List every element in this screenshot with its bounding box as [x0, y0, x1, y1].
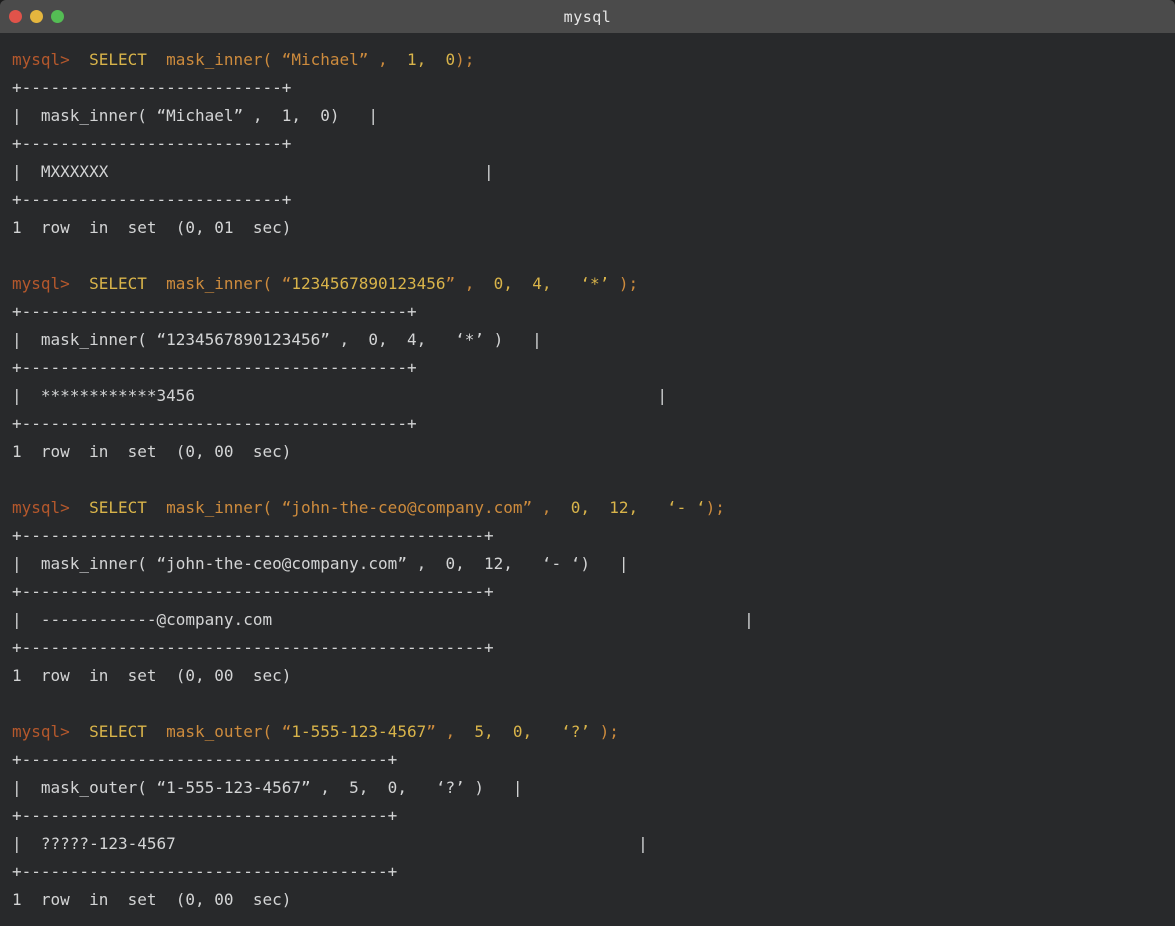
terminal-line: | ************3456 | [12, 382, 1165, 410]
window-titlebar[interactable]: mysql [0, 0, 1175, 33]
query-token: mask_outer( “ [166, 722, 291, 741]
query-token: ); [609, 274, 638, 293]
query-token: SELECT [89, 722, 147, 741]
close-button[interactable] [9, 10, 22, 23]
terminal-line [12, 466, 1165, 494]
terminal-line: | ?????-123-4567 | [12, 830, 1165, 858]
query-line: mysql> SELECT mask_inner( “john-the-ceo@… [12, 494, 1165, 522]
query-token: SELECT [89, 498, 147, 517]
terminal-line: | mask_inner( “john-the-ceo@company.com”… [12, 550, 1165, 578]
query-token: mask_inner( “ [166, 274, 291, 293]
terminal-output[interactable]: mysql> SELECT mask_inner( “Michael” , 1,… [0, 33, 1175, 926]
query-token: 0, 4, [474, 274, 551, 293]
query-token [70, 498, 89, 517]
query-token [70, 50, 89, 69]
query-token [147, 274, 166, 293]
query-token: ); [590, 722, 619, 741]
window-title: mysql [0, 8, 1175, 26]
query-token: 1234567890123456 [291, 274, 445, 293]
terminal-line: | mask_inner( “1234567890123456” , 0, 4,… [12, 326, 1165, 354]
traffic-lights [9, 0, 64, 33]
query-token: ‘*’ [580, 274, 609, 293]
terminal-line: +---------------------------------------… [12, 298, 1165, 326]
query-token [551, 274, 580, 293]
query-token: mysql> [12, 50, 70, 69]
query-token: ‘?’ [561, 722, 590, 741]
terminal-line [12, 914, 1165, 926]
status-line: 1 row in set (0, 01 sec) [12, 214, 1165, 242]
query-token [147, 722, 166, 741]
terminal-line: +--------------------------------------+ [12, 746, 1165, 774]
terminal-line: +---------------------------------------… [12, 410, 1165, 438]
terminal-line: +---------------------------+ [12, 186, 1165, 214]
query-token [70, 274, 89, 293]
status-line: 1 row in set (0, 00 sec) [12, 662, 1165, 690]
query-token: mysql> [12, 498, 70, 517]
query-token: 0, 12, [551, 498, 638, 517]
query-token [147, 50, 166, 69]
query-token: SELECT [89, 274, 147, 293]
query-token [638, 498, 667, 517]
terminal-line: +---------------------------------------… [12, 634, 1165, 662]
terminal-line: | ------------@company.com | [12, 606, 1165, 634]
query-token [147, 498, 166, 517]
query-token: ” , [426, 722, 455, 741]
terminal-line: | mask_outer( “1-555-123-4567” , 5, 0, ‘… [12, 774, 1165, 802]
query-token: ); [455, 50, 474, 69]
query-token [532, 722, 561, 741]
terminal-line: +---------------------------------------… [12, 354, 1165, 382]
query-line: mysql> SELECT mask_inner( “1234567890123… [12, 270, 1165, 298]
query-token: ” , [445, 274, 474, 293]
query-token: SELECT [89, 50, 147, 69]
query-token: mysql> [12, 722, 70, 741]
query-token: mask_inner( “john-the-ceo@company.com” , [166, 498, 551, 517]
terminal-line: +---------------------------+ [12, 74, 1165, 102]
query-token: 5, 0, [455, 722, 532, 741]
terminal-line [12, 690, 1165, 718]
terminal-line: +---------------------------+ [12, 130, 1165, 158]
query-token: ‘- ‘ [667, 498, 706, 517]
status-line: 1 row in set (0, 00 sec) [12, 886, 1165, 914]
query-token [70, 722, 89, 741]
maximize-button[interactable] [51, 10, 64, 23]
query-line: mysql> SELECT mask_outer( “1-555-123-456… [12, 718, 1165, 746]
query-line: mysql> SELECT mask_inner( “Michael” , 1,… [12, 46, 1165, 74]
terminal-line: +---------------------------------------… [12, 578, 1165, 606]
status-line: 1 row in set (0, 00 sec) [12, 438, 1165, 466]
terminal-line: | mask_inner( “Michael” , 1, 0) | [12, 102, 1165, 130]
query-token: mask_inner( “Michael” , [166, 50, 388, 69]
terminal-window: mysql mysql> SELECT mask_inner( “Michael… [0, 0, 1175, 926]
terminal-line: +--------------------------------------+ [12, 802, 1165, 830]
terminal-line: +--------------------------------------+ [12, 858, 1165, 886]
terminal-line: +---------------------------------------… [12, 522, 1165, 550]
terminal-line: | MXXXXXX | [12, 158, 1165, 186]
query-token: 1-555-123-4567 [291, 722, 426, 741]
query-token: mysql> [12, 274, 70, 293]
query-token: 1, 0 [388, 50, 455, 69]
terminal-line [12, 242, 1165, 270]
minimize-button[interactable] [30, 10, 43, 23]
query-token: ); [706, 498, 725, 517]
